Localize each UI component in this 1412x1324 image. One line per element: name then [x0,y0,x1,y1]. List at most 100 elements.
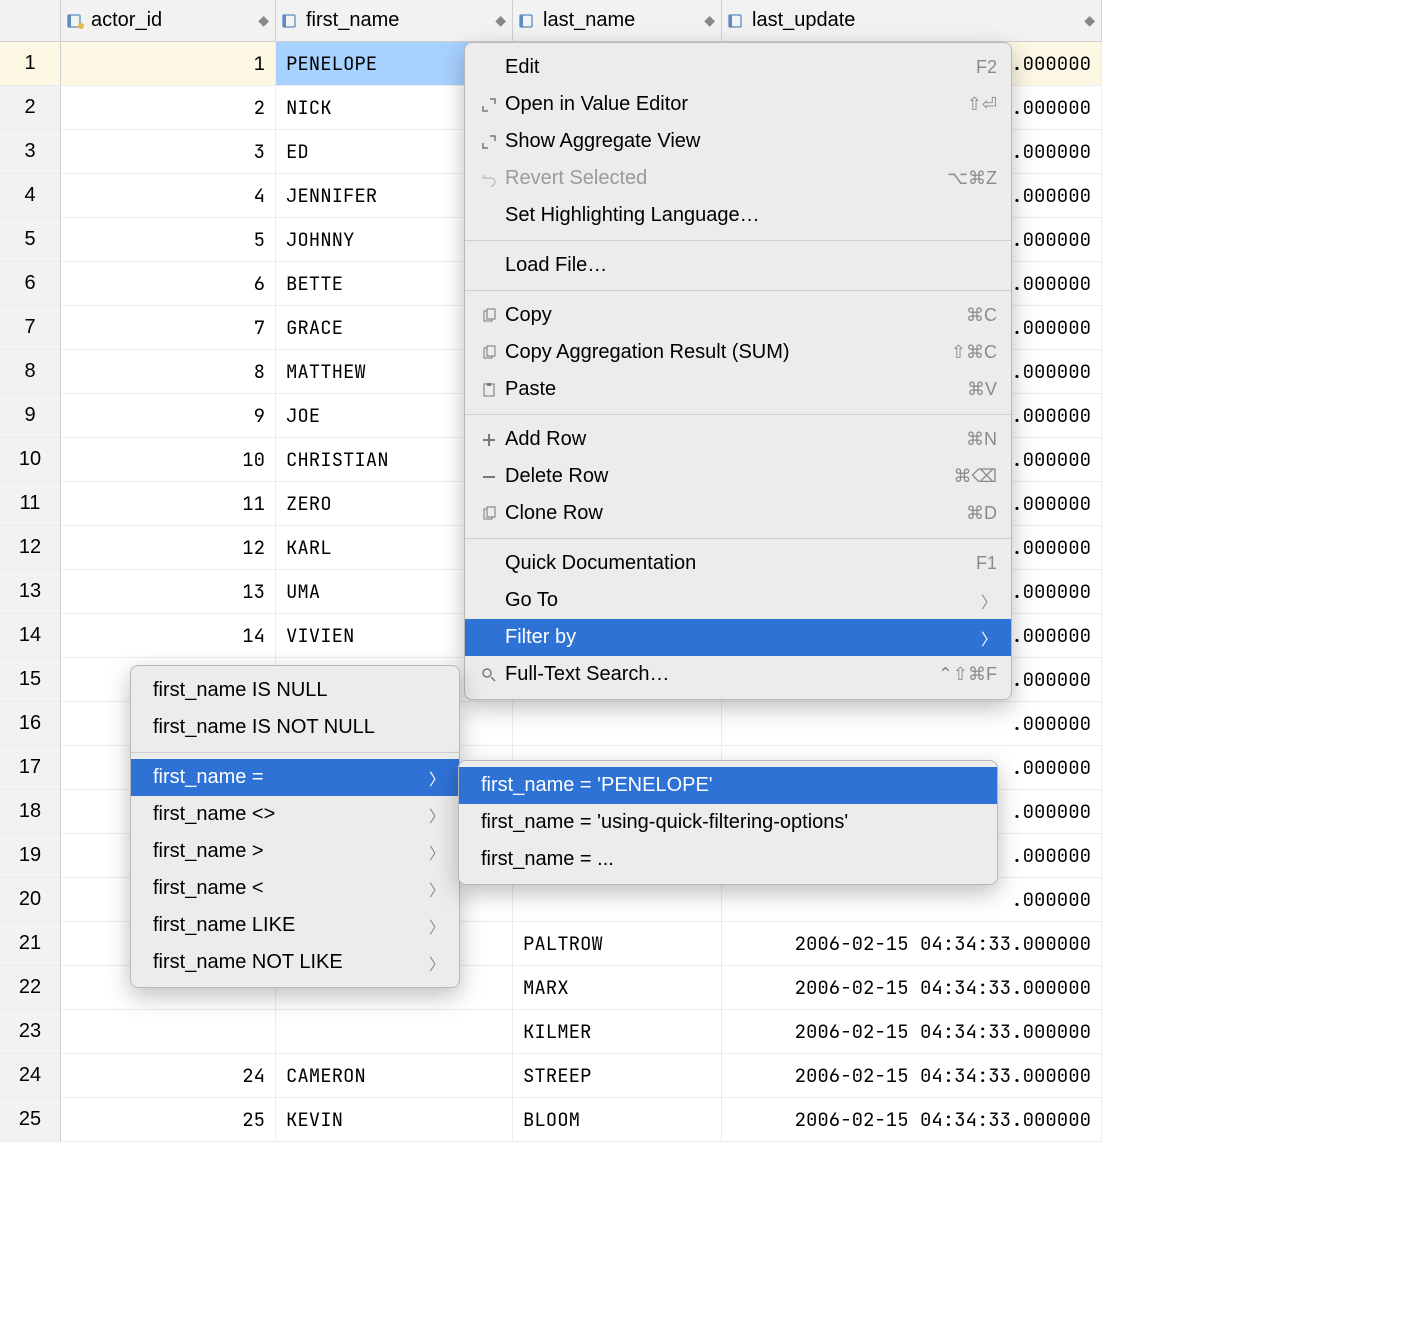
menu-show-aggregate[interactable]: Show Aggregate View [465,123,1011,160]
cell-first-name[interactable] [276,1010,513,1054]
cell-last-name[interactable]: BLOOM [513,1098,722,1142]
row-number[interactable]: 20 [0,878,61,922]
cell-first-name[interactable]: KEVIN [276,1098,513,1142]
row-number[interactable]: 19 [0,834,61,878]
chevron-right-icon: 〉 [429,766,445,790]
filter-is-null[interactable]: first_name IS NULL [131,672,459,709]
menu-delete-row[interactable]: Delete Row⌘⌫ [465,458,1011,495]
plus-icon [475,432,503,448]
cell-last-name[interactable]: MARX [513,966,722,1010]
row-number[interactable]: 7 [0,306,61,350]
column-header-first_name[interactable]: first_name◆ [276,0,513,42]
menu-edit[interactable]: EditF2 [465,49,1011,86]
filter-greater[interactable]: first_name >〉 [131,833,459,870]
column-header-actor_id[interactable]: actor_id◆ [61,0,276,42]
cell-actor-id[interactable]: 3 [61,130,276,174]
chevron-right-icon: 〉 [981,626,997,650]
cell-actor-id[interactable]: 2 [61,86,276,130]
filter-less[interactable]: first_name <〉 [131,870,459,907]
row-number[interactable]: 11 [0,482,61,526]
column-icon [728,12,746,30]
row-number[interactable]: 10 [0,438,61,482]
row-number[interactable]: 3 [0,130,61,174]
row-number[interactable]: 13 [0,570,61,614]
row-number[interactable]: 4 [0,174,61,218]
cell-actor-id[interactable]: 4 [61,174,276,218]
cell-last-name[interactable]: KILMER [513,1010,722,1054]
cell-last-update[interactable]: 2006-02-15 04:34:33.000000 [722,966,1102,1010]
cell-actor-id[interactable]: 1 [61,42,276,86]
menu-add-row[interactable]: Add Row⌘N [465,421,1011,458]
menu-paste[interactable]: Paste⌘V [465,371,1011,408]
row-number[interactable]: 25 [0,1098,61,1142]
cell-last-update[interactable]: 2006-02-15 04:34:33.000000 [722,922,1102,966]
row-number[interactable]: 15 [0,658,61,702]
row-number[interactable]: 6 [0,262,61,306]
filter-value-penelope[interactable]: first_name = 'PENELOPE' [459,767,997,804]
row-number[interactable]: 23 [0,1010,61,1054]
row-number[interactable]: 14 [0,614,61,658]
cell-last-update[interactable]: .000000 [722,702,1102,746]
chevron-right-icon: 〉 [429,877,445,901]
row-number[interactable]: 12 [0,526,61,570]
menu-quick-doc[interactable]: Quick DocumentationF1 [465,545,1011,582]
cell-actor-id[interactable]: 12 [61,526,276,570]
cell-actor-id[interactable]: 13 [61,570,276,614]
filter-value-submenu: first_name = 'PENELOPE' first_name = 'us… [458,760,998,885]
cell-actor-id[interactable]: 5 [61,218,276,262]
row-number[interactable]: 18 [0,790,61,834]
sort-indicator-icon[interactable]: ◆ [1084,12,1095,29]
row-number[interactable]: 2 [0,86,61,130]
row-number[interactable]: 24 [0,1054,61,1098]
column-header-last_name[interactable]: last_name◆ [513,0,722,42]
cell-actor-id[interactable]: 11 [61,482,276,526]
menu-copy-aggregation[interactable]: Copy Aggregation Result (SUM)⇧⌘C [465,334,1011,371]
row-number[interactable]: 5 [0,218,61,262]
cell-last-update[interactable]: 2006-02-15 04:34:33.000000 [722,1010,1102,1054]
row-number[interactable]: 17 [0,746,61,790]
search-icon [475,667,503,683]
menu-clone-row[interactable]: Clone Row⌘D [465,495,1011,532]
row-number[interactable]: 9 [0,394,61,438]
menu-go-to[interactable]: Go To〉 [465,582,1011,619]
cell-actor-id[interactable]: 9 [61,394,276,438]
menu-load-file[interactable]: Load File… [465,247,1011,284]
cell-actor-id[interactable]: 8 [61,350,276,394]
cell-actor-id[interactable]: 25 [61,1098,276,1142]
cell-actor-id[interactable]: 24 [61,1054,276,1098]
menu-filter-by[interactable]: Filter by〉 [465,619,1011,656]
cell-last-name[interactable]: PALTROW [513,922,722,966]
filter-value-custom[interactable]: first_name = ... [459,841,997,878]
cell-actor-id[interactable] [61,1010,276,1054]
filter-like[interactable]: first_name LIKE〉 [131,907,459,944]
filter-equals[interactable]: first_name =〉 [131,759,459,796]
row-number[interactable]: 22 [0,966,61,1010]
column-icon [519,12,537,30]
row-number[interactable]: 16 [0,702,61,746]
cell-first-name[interactable]: CAMERON [276,1054,513,1098]
sort-indicator-icon[interactable]: ◆ [258,12,269,29]
cell-last-update[interactable]: 2006-02-15 04:34:33.000000 [722,1098,1102,1142]
column-header-last_update[interactable]: last_update◆ [722,0,1102,42]
cell-actor-id[interactable]: 7 [61,306,276,350]
cell-actor-id[interactable]: 6 [61,262,276,306]
filter-value-using-quick[interactable]: first_name = 'using-quick-filtering-opti… [459,804,997,841]
cell-actor-id[interactable]: 10 [61,438,276,482]
row-number[interactable]: 8 [0,350,61,394]
filter-is-not-null[interactable]: first_name IS NOT NULL [131,709,459,746]
menu-open-value-editor[interactable]: Open in Value Editor⇧⏎ [465,86,1011,123]
cell-actor-id[interactable]: 14 [61,614,276,658]
filter-not-like[interactable]: first_name NOT LIKE〉 [131,944,459,981]
context-menu: EditF2 Open in Value Editor⇧⏎ Show Aggre… [464,42,1012,700]
cell-last-update[interactable]: 2006-02-15 04:34:33.000000 [722,1054,1102,1098]
menu-full-text-search[interactable]: Full-Text Search…⌃⇧⌘F [465,656,1011,693]
row-number[interactable]: 21 [0,922,61,966]
cell-last-name[interactable]: STREEP [513,1054,722,1098]
sort-indicator-icon[interactable]: ◆ [704,12,715,29]
filter-not-equals[interactable]: first_name <>〉 [131,796,459,833]
sort-indicator-icon[interactable]: ◆ [495,12,506,29]
cell-last-name[interactable] [513,702,722,746]
row-number[interactable]: 1 [0,42,61,86]
menu-set-language[interactable]: Set Highlighting Language… [465,197,1011,234]
menu-copy[interactable]: Copy⌘C [465,297,1011,334]
